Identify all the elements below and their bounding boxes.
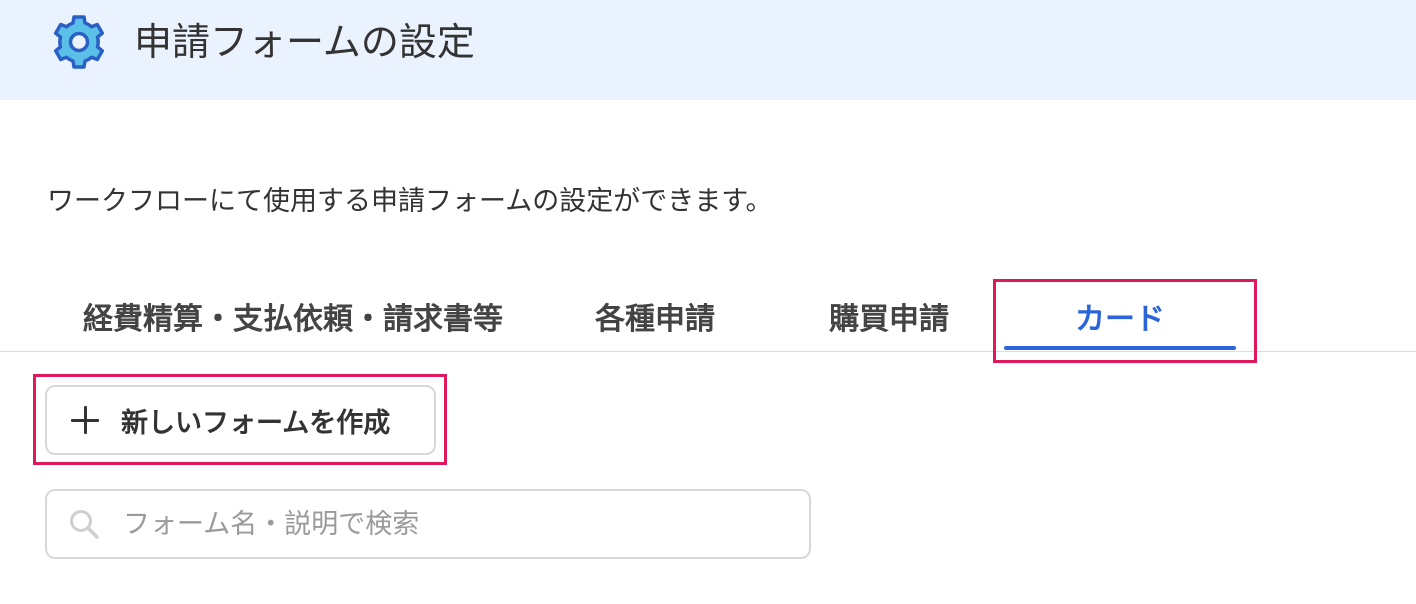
page-title: 申請フォームの設定 — [134, 20, 475, 64]
search-input[interactable] — [123, 508, 783, 540]
tab-purchase-request[interactable]: 購買申請 — [794, 280, 984, 352]
plus-icon — [71, 406, 99, 434]
page-description: ワークフローにて使用する申請フォームの設定ができます。 — [47, 186, 773, 217]
tab-card[interactable]: カード — [1004, 280, 1236, 352]
create-new-form-button[interactable]: 新しいフォームを作成 — [45, 385, 436, 455]
tab-various-requests[interactable]: 各種申請 — [560, 280, 750, 352]
form-category-tabs: 経費精算・支払依頼・請求書等 各種申請 購買申請 カード — [0, 280, 1416, 352]
gear-icon — [53, 15, 105, 69]
page-header: 申請フォームの設定 — [0, 0, 1416, 100]
search-field[interactable] — [45, 489, 811, 559]
tab-expense-payment-invoice[interactable]: 経費精算・支払依頼・請求書等 — [48, 280, 538, 352]
search-icon — [70, 510, 99, 539]
create-new-form-label: 新しいフォームを作成 — [121, 407, 391, 439]
